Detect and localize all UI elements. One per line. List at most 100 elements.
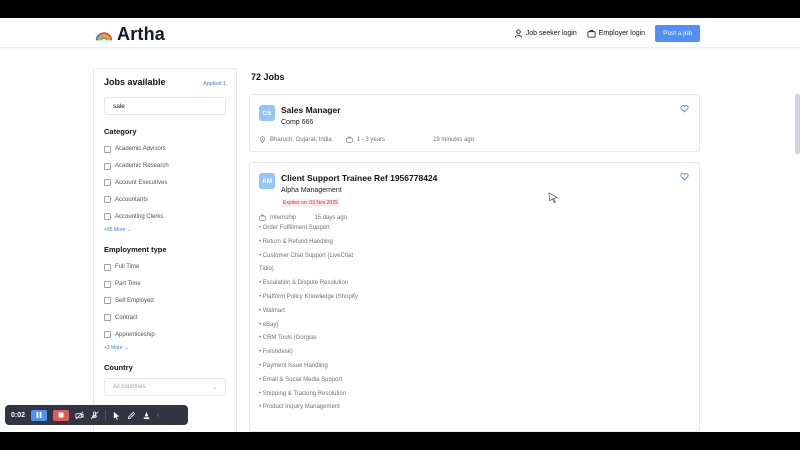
employer-login-label: Employer login [598, 30, 646, 37]
logo[interactable]: Artha [95, 24, 165, 45]
employment-type-label: Self Employed [115, 297, 154, 304]
job-title[interactable]: Client Support Trainee Ref 1956778424 [281, 173, 437, 183]
job-skills-list: • Order Fulfillment Support • Return & R… [259, 225, 358, 418]
post-job-button[interactable]: Post a job [655, 25, 700, 42]
job-title[interactable]: Sales Manager [281, 105, 341, 115]
chevron-left-icon[interactable]: ‹ [157, 412, 159, 419]
category-option-label: Academic Advisors [115, 146, 166, 153]
checkbox[interactable] [104, 314, 111, 322]
employment-type-more-link[interactable]: +3 More ⌄ [104, 345, 226, 351]
keyword-search-input[interactable]: sale [104, 97, 226, 115]
list-item: • Freshdesk) [259, 349, 293, 356]
briefcase-icon [259, 214, 266, 221]
category-option[interactable]: Academic Advisors [104, 141, 226, 158]
applied-filters-link[interactable]: Applied 1 [203, 81, 226, 87]
list-item: • Customer Chat Support (LiveChat [259, 252, 354, 259]
briefcase-icon [346, 136, 353, 143]
chevron-down-icon: ⌄ [211, 384, 217, 391]
company-avatar: CS [259, 105, 275, 121]
country-select-value: All countries [113, 383, 146, 390]
checkbox[interactable] [104, 145, 111, 153]
checkbox[interactable] [104, 196, 111, 204]
employment-type-option[interactable]: Contract [104, 309, 226, 326]
list-item: • Shipping & Tracking Resolution [259, 390, 347, 397]
list-item: • Return & Refund Handling [259, 238, 333, 245]
screen-recorder-toolbar: 0:02 ‹ [5, 405, 188, 425]
employment-type-option[interactable]: Apprenticeship [104, 326, 226, 343]
category-option-label: Accounting Clerks [115, 213, 164, 220]
filters-sidebar: Jobs available Applied 1 sale Category A… [93, 68, 237, 432]
camera-off-icon[interactable] [75, 411, 84, 420]
browser-viewport: Artha Job seeker login Employer login Po… [0, 18, 800, 432]
list-item: • CRM Tools (Gorgias [259, 335, 317, 342]
heart-icon[interactable] [680, 172, 689, 181]
job-experience: 1 - 3 years [356, 136, 386, 143]
company-name: Alpha Management [281, 187, 342, 194]
jobs-available-heading: Jobs available [104, 77, 166, 87]
pause-icon [36, 412, 42, 418]
category-filter: Category Academic Advisors Academic Rese… [94, 127, 236, 233]
pen-tool-icon[interactable] [127, 411, 136, 420]
list-item: • Payment Issue Handling [259, 362, 328, 369]
briefcase-icon [587, 29, 596, 38]
category-more-label: +95 More [104, 226, 126, 233]
checkbox[interactable] [104, 331, 111, 339]
employment-type-option[interactable]: Self Employed [104, 293, 226, 310]
list-item: Tidio) [259, 266, 274, 273]
job-count: 72 Jobs [251, 72, 285, 82]
job-location: Bharuch, Gujarat, India [270, 136, 332, 143]
checkbox[interactable] [104, 213, 111, 221]
category-option-label: Accountants [115, 196, 149, 203]
job-seeker-login-label: Job seeker login [525, 30, 577, 37]
list-item: • Platform Policy Knowledge (Shopify [259, 293, 358, 300]
header-nav: Job seeker login Employer login Post a j… [514, 25, 700, 42]
employment-type-option[interactable]: Part Time [104, 276, 226, 293]
heart-icon[interactable] [680, 104, 689, 113]
pause-button[interactable] [31, 409, 48, 421]
job-meta: Bharuch, Gujarat, India 1 - 3 years 19 m… [259, 136, 474, 143]
checkbox[interactable] [104, 297, 111, 305]
employment-type-more-label: +3 More [104, 344, 123, 351]
country-heading: Country [104, 362, 133, 372]
stop-button[interactable] [53, 409, 70, 421]
rainbow-logo-icon [95, 31, 113, 41]
employment-type-label: Part Time [115, 281, 141, 288]
job-card[interactable]: AM Client Support Trainee Ref 1956778424… [249, 162, 700, 432]
checkbox[interactable] [104, 280, 111, 288]
category-more-link[interactable]: +95 More ⌄ [104, 227, 226, 233]
category-option[interactable]: Accounting Clerks [104, 208, 226, 225]
employment-type-label: Full Time [115, 264, 140, 271]
country-filter: Country All countries ⌄ [94, 363, 236, 396]
microphone-off-icon[interactable] [90, 410, 99, 420]
employment-type-filter: Employment type Full Time Part Time Self… [94, 245, 236, 351]
mouse-pointer-icon [548, 192, 559, 203]
job-posted-time: 19 minutes ago [433, 136, 475, 143]
job-seeker-login-link[interactable]: Job seeker login [514, 29, 577, 38]
checkbox[interactable] [104, 263, 111, 271]
recording-timer: 0:02 [11, 411, 26, 419]
list-item: • eBay) [259, 321, 279, 328]
employment-type-label: Apprenticeship [115, 331, 155, 338]
list-item: • Product Inquiry Management [259, 404, 340, 411]
employment-type-option[interactable]: Full Time [104, 259, 226, 276]
employment-type-heading: Employment type [104, 244, 167, 254]
category-option-label: Academic Research [115, 163, 169, 170]
chevron-down-icon: ⌄ [127, 226, 132, 233]
category-option[interactable]: Account Executives [104, 175, 226, 192]
pointer-tool-icon[interactable] [112, 411, 121, 420]
employer-login-link[interactable]: Employer login [587, 29, 645, 38]
job-type: Internship [270, 214, 297, 221]
category-option[interactable]: Accountants [104, 191, 226, 208]
page-scrollbar[interactable] [795, 94, 800, 154]
country-select[interactable]: All countries ⌄ [104, 377, 226, 396]
job-meta: Internship 15 days ago [259, 214, 347, 221]
toolbar-divider [105, 409, 107, 421]
category-option[interactable]: Academic Research [104, 158, 226, 175]
checkbox[interactable] [104, 162, 111, 170]
checkbox[interactable] [104, 179, 111, 187]
list-item: • Walmart [259, 307, 285, 314]
highlighter-tool-icon[interactable] [142, 411, 151, 420]
stop-icon [58, 412, 64, 418]
job-card[interactable]: CS Sales Manager Comp 666 Bharuch, Gujar… [249, 94, 700, 152]
job-posted-time: 15 days ago [314, 214, 348, 221]
